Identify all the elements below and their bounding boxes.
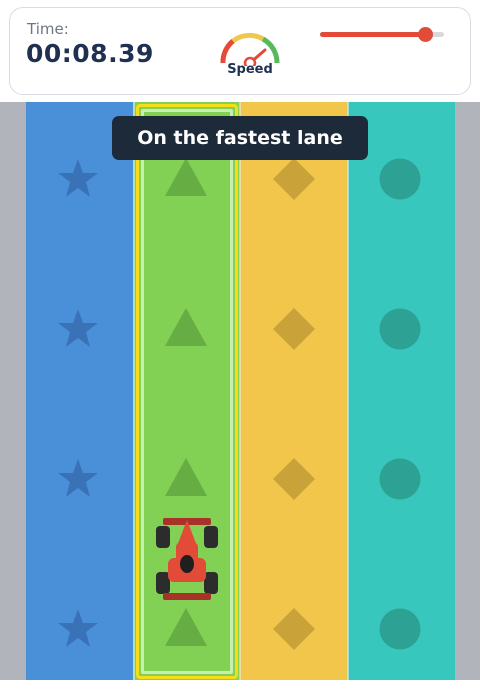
race-car-icon[interactable]: [154, 516, 220, 602]
star-icon: [58, 609, 98, 647]
triangle-icon: [165, 608, 207, 646]
star-icon: [58, 309, 98, 347]
circle-icon: [379, 458, 421, 500]
top-bar: Time: 00:08.39 Speed: [0, 0, 480, 102]
diamond-icon: [273, 608, 315, 650]
triangle-icon: [165, 158, 207, 196]
diamond-icon: [273, 458, 315, 500]
lane-divider: [239, 102, 241, 680]
triangle-icon: [165, 308, 207, 346]
lane-divider: [347, 102, 349, 680]
lane-divider: [133, 102, 135, 680]
triangle-icon: [165, 458, 207, 496]
star-icon: [58, 459, 98, 497]
speed-slider-fill: [320, 32, 426, 37]
circle-icon: [379, 608, 421, 650]
diamond-icon: [273, 308, 315, 350]
circle-icon: [379, 158, 421, 200]
speed-label: Speed: [227, 62, 273, 77]
time-value: 00:08.39: [26, 39, 154, 68]
diamond-icon: [273, 158, 315, 200]
lane-tooltip: On the fastest lane: [112, 116, 368, 160]
time-label: Time:: [27, 20, 69, 38]
speedometer-icon: [220, 32, 280, 66]
speed-slider-thumb[interactable]: [417, 27, 433, 42]
speed-slider[interactable]: [320, 27, 444, 43]
star-icon: [58, 159, 98, 197]
circle-icon: [379, 308, 421, 350]
race-track: [0, 102, 480, 680]
